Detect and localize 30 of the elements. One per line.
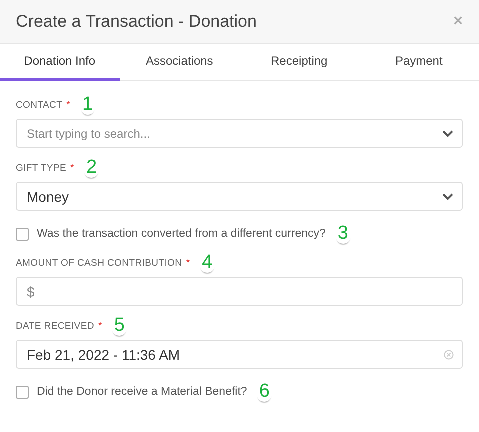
field-label: AMOUNT OF CASH CONTRIBUTION xyxy=(16,258,182,268)
field-label: DATE RECEIVED xyxy=(16,320,94,332)
callout-number: 6 xyxy=(257,382,272,402)
select-field[interactable]: Start typing to search... xyxy=(16,119,463,148)
checkbox-label: Did the Donor receive a Material Benefit? xyxy=(37,386,248,398)
chevron-down-icon xyxy=(442,130,454,138)
required-mark: * xyxy=(70,162,74,174)
tab[interactable]: Donation Info xyxy=(0,44,120,81)
chevron-down-icon xyxy=(442,192,454,200)
field-label: CONTACT xyxy=(16,100,63,110)
callout-number: 2 xyxy=(84,158,100,178)
required-mark: * xyxy=(66,100,71,110)
dialog-title: Create a Transaction - Donation xyxy=(16,12,257,32)
checkbox-label: Was the transaction converted from a different currency? xyxy=(37,228,326,240)
checkbox[interactable] xyxy=(16,386,29,398)
callout-number: 3 xyxy=(336,224,350,244)
tab[interactable]: Receipting xyxy=(240,44,360,81)
field-label: GIFT TYPE xyxy=(16,162,67,174)
tab[interactable]: Associations xyxy=(120,44,240,81)
checkbox[interactable] xyxy=(16,228,29,240)
amount-field[interactable]: $ xyxy=(16,277,463,306)
select-field[interactable]: Money xyxy=(16,182,463,211)
callout-number: 1 xyxy=(80,95,96,115)
clear-icon[interactable] xyxy=(444,350,454,360)
required-mark: * xyxy=(98,320,102,332)
required-mark: * xyxy=(186,258,190,268)
date-field[interactable]: Feb 21, 2022 - 11:36 AM xyxy=(16,340,463,369)
callout-number: 4 xyxy=(200,253,215,273)
callout-number: 5 xyxy=(112,316,127,336)
tab[interactable]: Payment xyxy=(359,44,479,81)
